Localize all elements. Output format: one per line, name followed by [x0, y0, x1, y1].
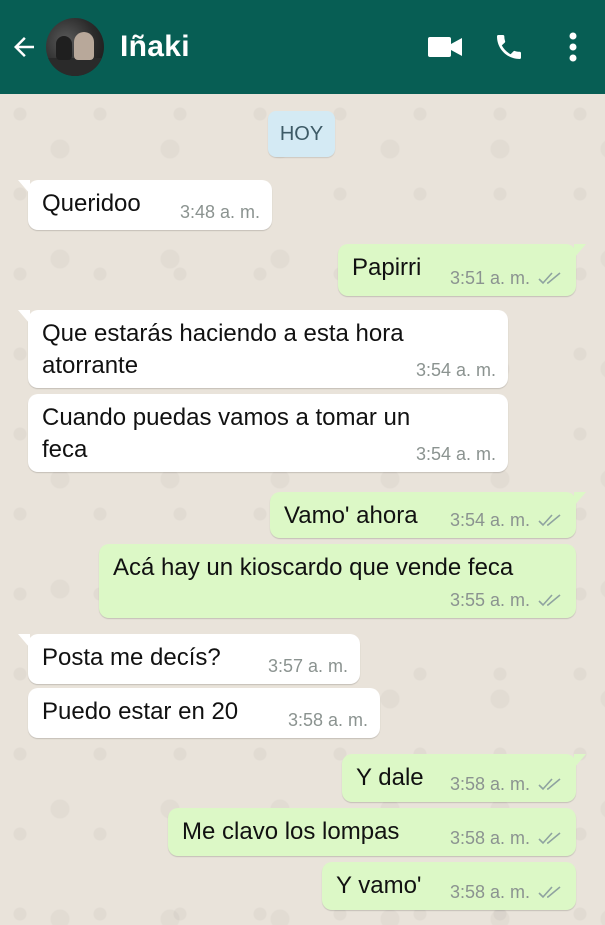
back-button[interactable]: [2, 0, 46, 94]
double-check-icon: [538, 831, 564, 845]
contact-name[interactable]: Iñaki: [120, 30, 413, 64]
incoming-message[interactable]: Que estarás haciendo a esta hora atorran…: [18, 310, 508, 388]
incoming-message[interactable]: Cuando puedas vamos a tomar un feca 3:54…: [28, 394, 508, 472]
outgoing-message[interactable]: Y dale 3:58 a. m.: [342, 754, 586, 802]
outgoing-message[interactable]: Papirri 3:51 a. m.: [338, 244, 586, 296]
incoming-message[interactable]: Queridoo 3:48 a. m.: [18, 180, 272, 230]
message-time: 3:51 a. m.: [449, 268, 530, 288]
message-text: Acá hay un kioscardo que vende feca: [113, 554, 514, 581]
message-text: Papirri: [352, 254, 422, 281]
message-time: 3:54 a. m.: [449, 510, 530, 530]
double-check-icon: [538, 885, 564, 899]
video-call-icon: [428, 37, 462, 57]
message-text: Cuando puedas vamos a tomar un feca: [42, 404, 411, 463]
message-time: 3:54 a. m.: [415, 444, 496, 464]
message-text: Posta me decís?: [42, 644, 221, 671]
message-time: 3:54 a. m.: [415, 360, 496, 380]
message-time: 3:58 a. m.: [449, 774, 530, 794]
outgoing-message[interactable]: Y vamo' 3:58 a. m.: [322, 862, 576, 910]
avatar[interactable]: [46, 18, 104, 76]
chat-header: Iñaki: [0, 0, 605, 94]
message-text: Que estarás haciendo a esta hora atorran…: [42, 320, 404, 379]
chat-area[interactable]: HOY Queridoo 3:48 a. m. Papirri 3:51 a. …: [0, 94, 605, 925]
message-text: Y vamo': [336, 872, 422, 899]
date-chip: HOY: [268, 111, 335, 157]
message-time: 3:58 a. m.: [287, 710, 368, 730]
message-time: 3:57 a. m.: [267, 656, 348, 676]
message-text: Me clavo los lompas: [182, 818, 400, 845]
double-check-icon: [538, 271, 564, 285]
message-text: Queridoo: [42, 190, 141, 217]
phone-call-button[interactable]: [477, 0, 541, 94]
double-check-icon: [538, 777, 564, 791]
message-text: Puedo estar en 20: [42, 698, 239, 725]
incoming-message[interactable]: Puedo estar en 20 3:58 a. m.: [28, 688, 380, 738]
more-vert-icon: [569, 32, 577, 62]
double-check-icon: [538, 593, 564, 607]
phone-icon: [497, 35, 521, 59]
outgoing-message[interactable]: Me clavo los lompas 3:58 a. m.: [168, 808, 576, 856]
back-arrow-icon: [14, 37, 34, 57]
message-time: 3:58 a. m.: [449, 828, 530, 848]
video-call-button[interactable]: [413, 0, 477, 94]
message-text: Vamo' ahora: [284, 502, 418, 529]
incoming-message[interactable]: Posta me decís? 3:57 a. m.: [18, 634, 360, 684]
outgoing-message[interactable]: Acá hay un kioscardo que vende feca 3:55…: [99, 544, 576, 618]
more-options-button[interactable]: [541, 0, 605, 94]
message-time: 3:55 a. m.: [449, 590, 530, 610]
message-time: 3:58 a. m.: [449, 882, 530, 902]
outgoing-message[interactable]: Vamo' ahora 3:54 a. m.: [270, 492, 586, 538]
double-check-icon: [538, 513, 564, 527]
message-time: 3:48 a. m.: [179, 202, 260, 222]
message-text: Y dale: [356, 764, 424, 791]
